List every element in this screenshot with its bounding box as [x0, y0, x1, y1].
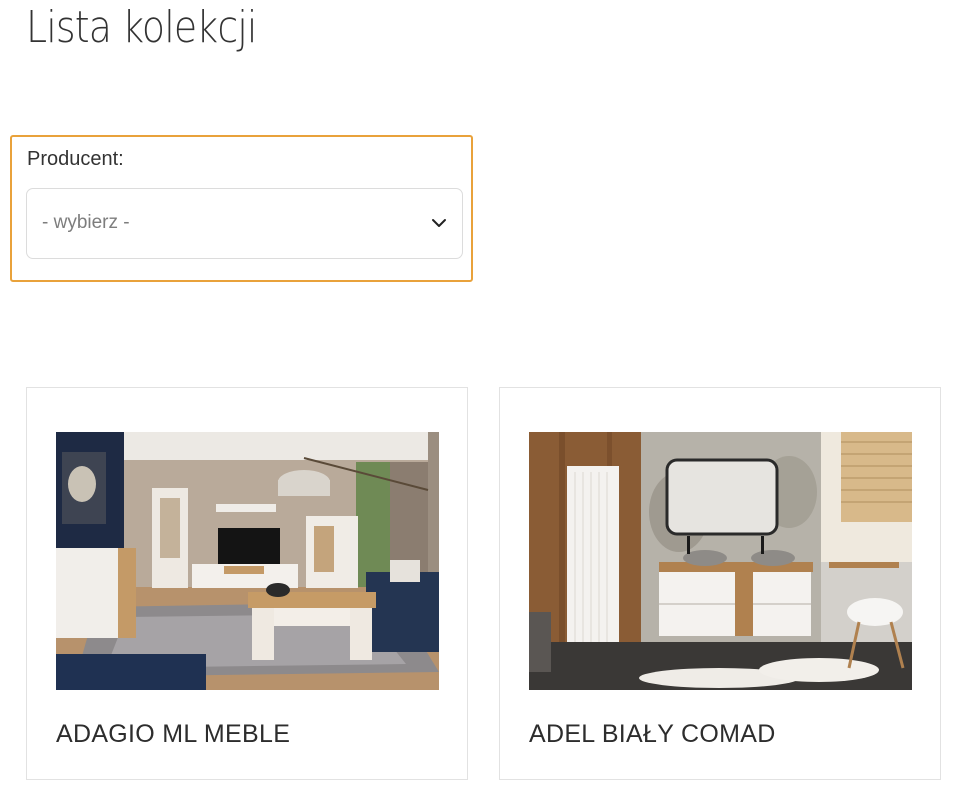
producer-label: Producent:	[27, 148, 124, 170]
collection-card[interactable]: ADEL BIAŁY COMAD	[499, 387, 941, 780]
page-title: Lista kolekcji	[26, 2, 257, 53]
collection-title[interactable]: ADEL BIAŁY COMAD	[529, 720, 776, 749]
chevron-down-icon	[432, 219, 446, 227]
collection-title[interactable]: ADAGIO ML MEBLE	[56, 720, 290, 749]
collection-card[interactable]: ADAGIO ML MEBLE	[26, 387, 468, 780]
producer-select[interactable]: - wybierz -	[26, 188, 463, 259]
bathroom-photo[interactable]	[529, 432, 912, 690]
producer-select-value: - wybierz -	[42, 212, 130, 233]
producer-filter: Producent: - wybierz -	[10, 135, 473, 282]
page: Lista kolekcji Producent: - wybierz - AD…	[0, 0, 964, 800]
living-room-photo[interactable]	[56, 432, 439, 690]
